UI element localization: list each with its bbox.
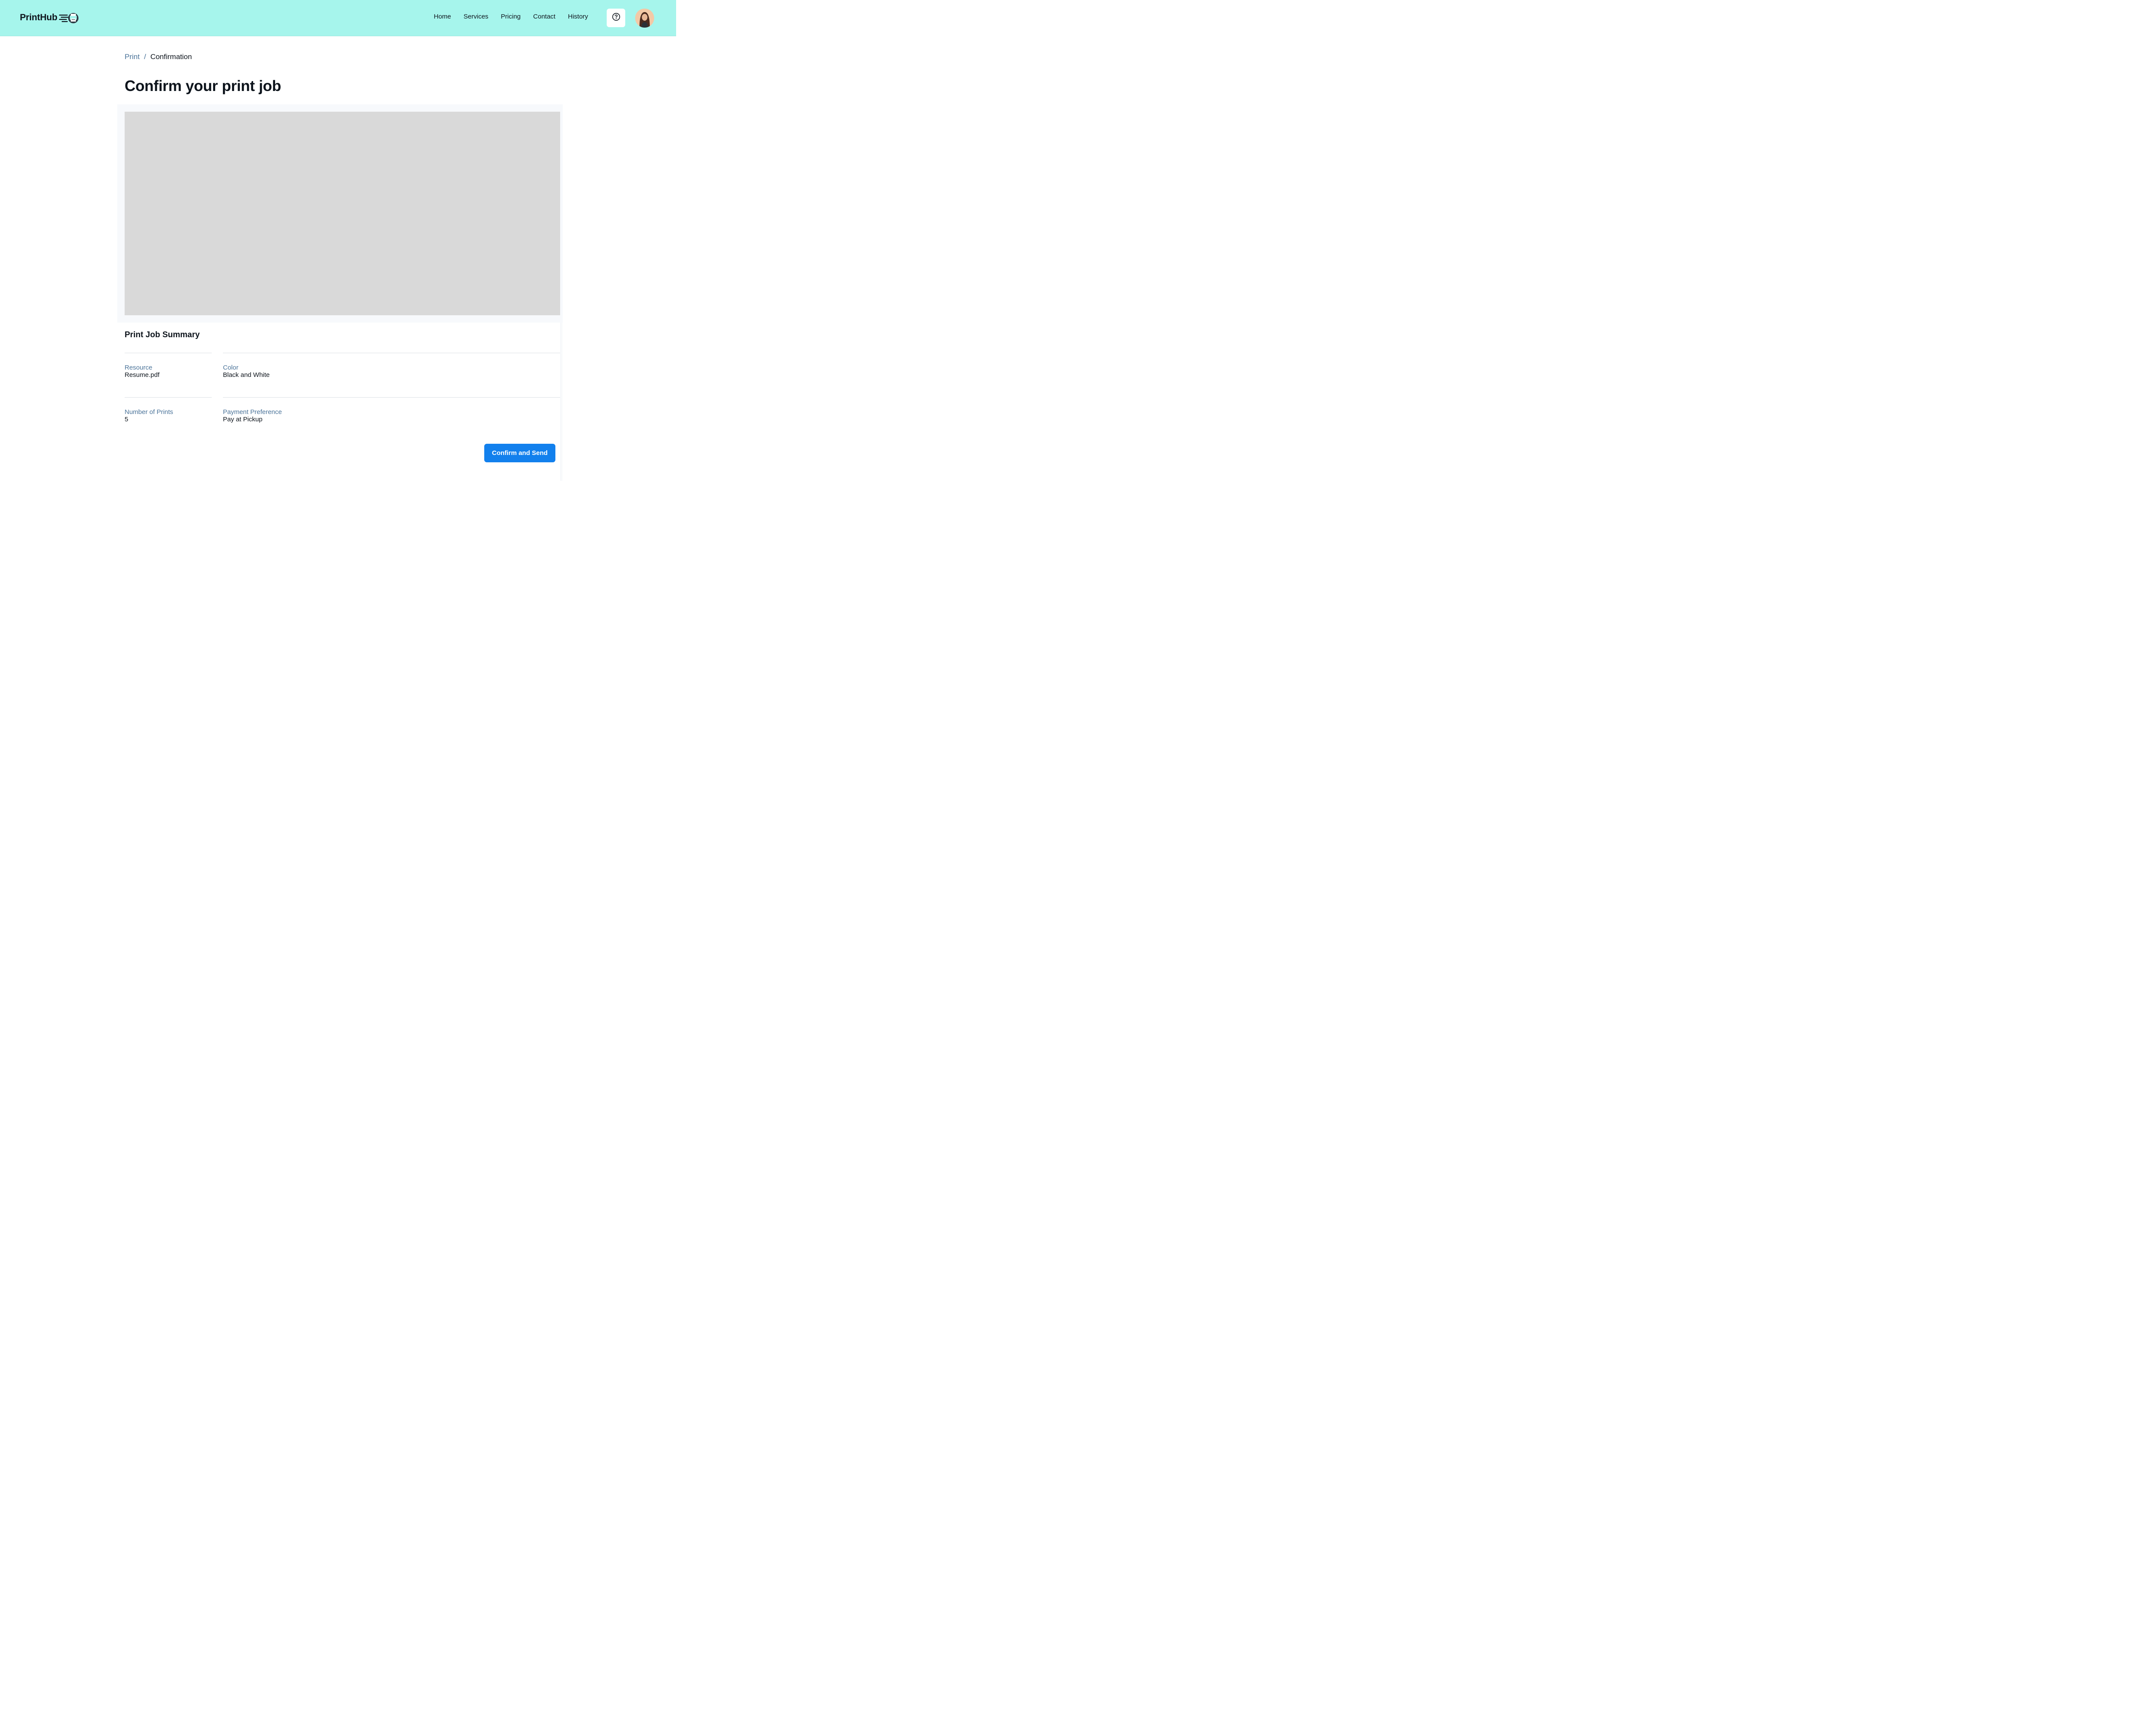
field-value: Resume.pdf [125, 371, 160, 379]
divider [223, 397, 560, 398]
nav-history[interactable]: History [568, 13, 588, 20]
nav-pricing[interactable]: Pricing [501, 13, 521, 20]
nav-contact[interactable]: Contact [533, 13, 555, 20]
document-preview [125, 112, 560, 315]
main-nav: Home Services Pricing Contact History [434, 13, 588, 20]
breadcrumb: Print / Confirmation [125, 53, 192, 61]
field-color: Color Black and White [223, 364, 270, 379]
panel-edge [560, 323, 563, 481]
field-value: Pay at Pickup [223, 416, 263, 423]
breadcrumb-separator: / [144, 53, 146, 61]
field-value: 5 [125, 416, 128, 423]
nav-services[interactable]: Services [464, 13, 489, 20]
breadcrumb-current: Confirmation [150, 53, 192, 61]
page-title: Confirm your print job [125, 78, 281, 94]
field-label: Payment Preference [223, 408, 282, 416]
question-circle-icon [612, 13, 620, 23]
field-resource: Resource Resume.pdf [125, 364, 160, 379]
field-label: Number of Prints [125, 408, 173, 416]
nav-home[interactable]: Home [434, 13, 451, 20]
confirm-and-send-button[interactable]: Confirm and Send [484, 444, 555, 462]
field-number-of-prints: Number of Prints 5 [125, 408, 173, 423]
top-header: PrintHub Home Services Pricing Contact H… [0, 0, 676, 36]
printer-speed-icon [59, 11, 79, 24]
user-avatar[interactable] [635, 9, 654, 28]
summary-title: Print Job Summary [125, 330, 200, 339]
brand-logo[interactable]: PrintHub [20, 10, 79, 25]
field-label: Resource [125, 364, 153, 371]
divider [125, 397, 212, 398]
field-label: Color [223, 364, 238, 371]
breadcrumb-print-link[interactable]: Print [125, 53, 140, 61]
field-payment-preference: Payment Preference Pay at Pickup [223, 408, 282, 423]
brand-name: PrintHub [20, 13, 58, 22]
field-value: Black and White [223, 371, 270, 379]
help-button[interactable] [607, 9, 625, 27]
